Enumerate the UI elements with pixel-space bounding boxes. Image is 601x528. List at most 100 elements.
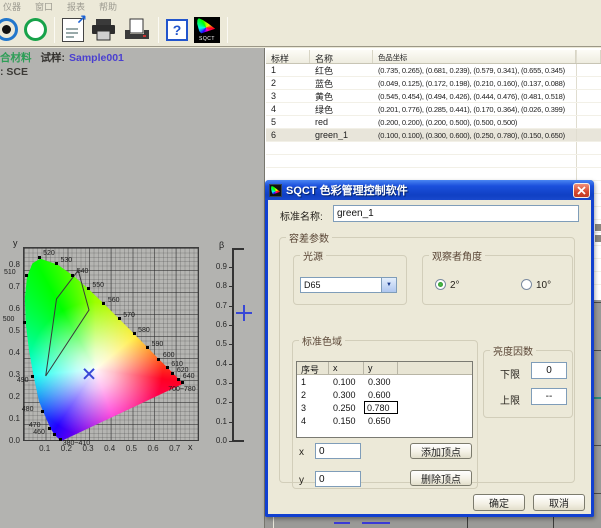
gamut-vertex-row[interactable]: 20.3000.600 bbox=[297, 388, 472, 401]
wavelength-dot bbox=[71, 274, 74, 277]
beta-axis-label: β bbox=[219, 240, 224, 250]
observer-10deg-label: 10° bbox=[536, 280, 551, 291]
illuminant-select[interactable]: D65 ▼ bbox=[300, 277, 397, 293]
delete-vertex-button[interactable]: 删除顶点 bbox=[410, 470, 472, 486]
material-label: 合材料 bbox=[0, 52, 32, 64]
gamut-vertex-row[interactable]: 10.1000.300 bbox=[297, 375, 472, 388]
cell-extra bbox=[576, 64, 601, 76]
wavelength-dot bbox=[157, 358, 160, 361]
wavelength-dot bbox=[41, 410, 44, 413]
background-text-fragment bbox=[362, 522, 390, 524]
cell-extra bbox=[576, 90, 601, 102]
background-text-fragment bbox=[334, 522, 350, 524]
cell-coords: (0.735, 0.265), (0.681, 0.239), (0.579, … bbox=[373, 66, 576, 75]
beta-tick-label: 0.8 bbox=[202, 281, 227, 290]
table-row[interactable]: 6green_1(0.100, 0.100), (0.300, 0.600), … bbox=[266, 129, 601, 142]
col-header-coords[interactable]: 色品坐标 bbox=[373, 50, 576, 63]
col-header-standard[interactable]: 标样 bbox=[266, 50, 310, 63]
gamut-group-label: 标准色域 bbox=[299, 333, 345, 348]
print-tray-icon[interactable] bbox=[123, 18, 151, 42]
table-row[interactable] bbox=[266, 155, 601, 168]
wavelength-dot bbox=[38, 256, 41, 259]
cell-standard-id: 4 bbox=[266, 104, 310, 114]
beta-tick-mark bbox=[229, 306, 233, 307]
wavelength-dot bbox=[23, 321, 26, 324]
wavelength-dot bbox=[166, 366, 169, 369]
beta-tick-label: 0.7 bbox=[202, 301, 227, 310]
background-gridline bbox=[273, 517, 274, 528]
cell-standard-name: 蓝色 bbox=[310, 77, 373, 90]
cancel-button[interactable]: 取消 bbox=[533, 494, 585, 511]
background-fragment bbox=[595, 224, 601, 231]
beta-tick-mark bbox=[229, 344, 233, 345]
gamut-vertex-row[interactable]: 40.1500.650 bbox=[297, 414, 472, 427]
print-icon[interactable] bbox=[90, 18, 117, 42]
wavelength-label: 600 bbox=[163, 352, 175, 359]
wavelength-dot bbox=[181, 381, 184, 384]
application-window: 仪器 窗口 报表 帮助 ↗ bbox=[0, 0, 601, 528]
cell-coords: (0.200, 0.200), (0.200, 0.500), (0.500, … bbox=[373, 118, 576, 127]
beta-marker-vertical bbox=[243, 305, 245, 321]
cell-standard-id: 1 bbox=[266, 65, 310, 75]
vertex-x-input[interactable]: 0 bbox=[315, 443, 361, 459]
report-export-icon[interactable]: ↗ bbox=[62, 18, 84, 42]
wavelength-label: 570 bbox=[123, 312, 135, 319]
beta-tick-mark bbox=[229, 364, 233, 365]
menu-item-help[interactable]: 帮助 bbox=[99, 0, 117, 13]
wavelength-label: 480 bbox=[22, 406, 34, 413]
vertex-x-value: 0.100 bbox=[329, 377, 364, 387]
vertex-y-input[interactable]: 0 bbox=[315, 471, 361, 487]
beta-tick-label: 0.6 bbox=[202, 320, 227, 329]
background-gridline bbox=[553, 517, 554, 528]
observer-2deg-radio[interactable] bbox=[435, 279, 446, 290]
chevron-down-icon[interactable]: ▼ bbox=[381, 278, 396, 292]
observer-group-label: 观察者角度 bbox=[429, 248, 485, 263]
menu-item-window[interactable]: 窗口 bbox=[35, 0, 53, 13]
cell-standard-id: 5 bbox=[266, 117, 310, 127]
table-row[interactable]: 2蓝色(0.049, 0.125), (0.172, 0.198), (0.21… bbox=[266, 77, 601, 90]
upper-limit-input[interactable]: -- bbox=[531, 388, 567, 405]
dialog-title-bar[interactable]: SQCT 色彩管理控制软件 bbox=[265, 180, 594, 200]
table-row[interactable] bbox=[266, 142, 601, 155]
standard-name-input[interactable]: green_1 bbox=[333, 205, 579, 222]
vertex-y-value: 0.600 bbox=[364, 390, 398, 400]
cell-standard-name: 黄色 bbox=[310, 90, 373, 103]
x-axis-label: x bbox=[188, 442, 193, 452]
wavelength-label: 510 bbox=[4, 269, 16, 276]
cell-standard-name: 绿色 bbox=[310, 103, 373, 116]
col-header-name[interactable]: 名称 bbox=[310, 50, 373, 63]
help-icon[interactable]: ? bbox=[166, 19, 188, 41]
cell-coords: (0.201, 0.776), (0.285, 0.441), (0.170, … bbox=[373, 105, 576, 114]
observer-10deg-radio[interactable] bbox=[521, 279, 532, 290]
col-header-y: y bbox=[364, 362, 398, 374]
vertex-y-value: 0.650 bbox=[364, 416, 398, 426]
vertex-y-edit-cell[interactable]: 0.780 bbox=[364, 401, 398, 414]
beta-tick-mark bbox=[229, 422, 233, 423]
close-icon[interactable] bbox=[573, 183, 590, 198]
table-row[interactable]: 1红色(0.735, 0.265), (0.681, 0.239), (0.57… bbox=[266, 64, 601, 77]
vertex-index: 2 bbox=[297, 390, 329, 400]
cell-standard-name: green_1 bbox=[310, 130, 373, 140]
add-vertex-button[interactable]: 添加顶点 bbox=[410, 443, 472, 459]
y-tick-label: 0.8 bbox=[1, 260, 20, 269]
luminance-group: 亮度因数 bbox=[483, 350, 573, 418]
toolbar: ↗ ? SQCT bbox=[0, 13, 601, 47]
cell-coords: (0.545, 0.454), (0.494, 0.426), (0.444, … bbox=[373, 92, 576, 101]
calibration-icon[interactable] bbox=[24, 18, 47, 41]
target-icon[interactable] bbox=[3, 18, 18, 41]
ok-button[interactable]: 确定 bbox=[473, 494, 525, 511]
menu-item-instrument[interactable]: 仪器 bbox=[3, 0, 21, 13]
wavelength-dot bbox=[53, 433, 56, 436]
gamut-vertex-row[interactable]: 30.2500.780 bbox=[297, 401, 472, 414]
gamut-vertex-list[interactable]: 序号 x y 10.1000.30020.3000.60030.2500.780… bbox=[296, 361, 473, 438]
table-row[interactable]: 4绿色(0.201, 0.776), (0.285, 0.441), (0.17… bbox=[266, 103, 601, 116]
table-row[interactable]: 5red(0.200, 0.200), (0.200, 0.500), (0.5… bbox=[266, 116, 601, 129]
beta-tick-label: 0.4 bbox=[202, 359, 227, 368]
gamut-list-body: 10.1000.30020.3000.60030.2500.78040.1500… bbox=[297, 375, 472, 427]
sqct-logo-icon[interactable]: SQCT bbox=[194, 17, 220, 43]
x-tick-label: 0.1 bbox=[37, 444, 53, 453]
table-row[interactable]: 3黄色(0.545, 0.454), (0.494, 0.426), (0.44… bbox=[266, 90, 601, 103]
wavelength-label: 640 bbox=[183, 373, 195, 380]
col-header-index: 序号 bbox=[297, 362, 329, 374]
lower-limit-input[interactable]: 0 bbox=[531, 362, 567, 379]
